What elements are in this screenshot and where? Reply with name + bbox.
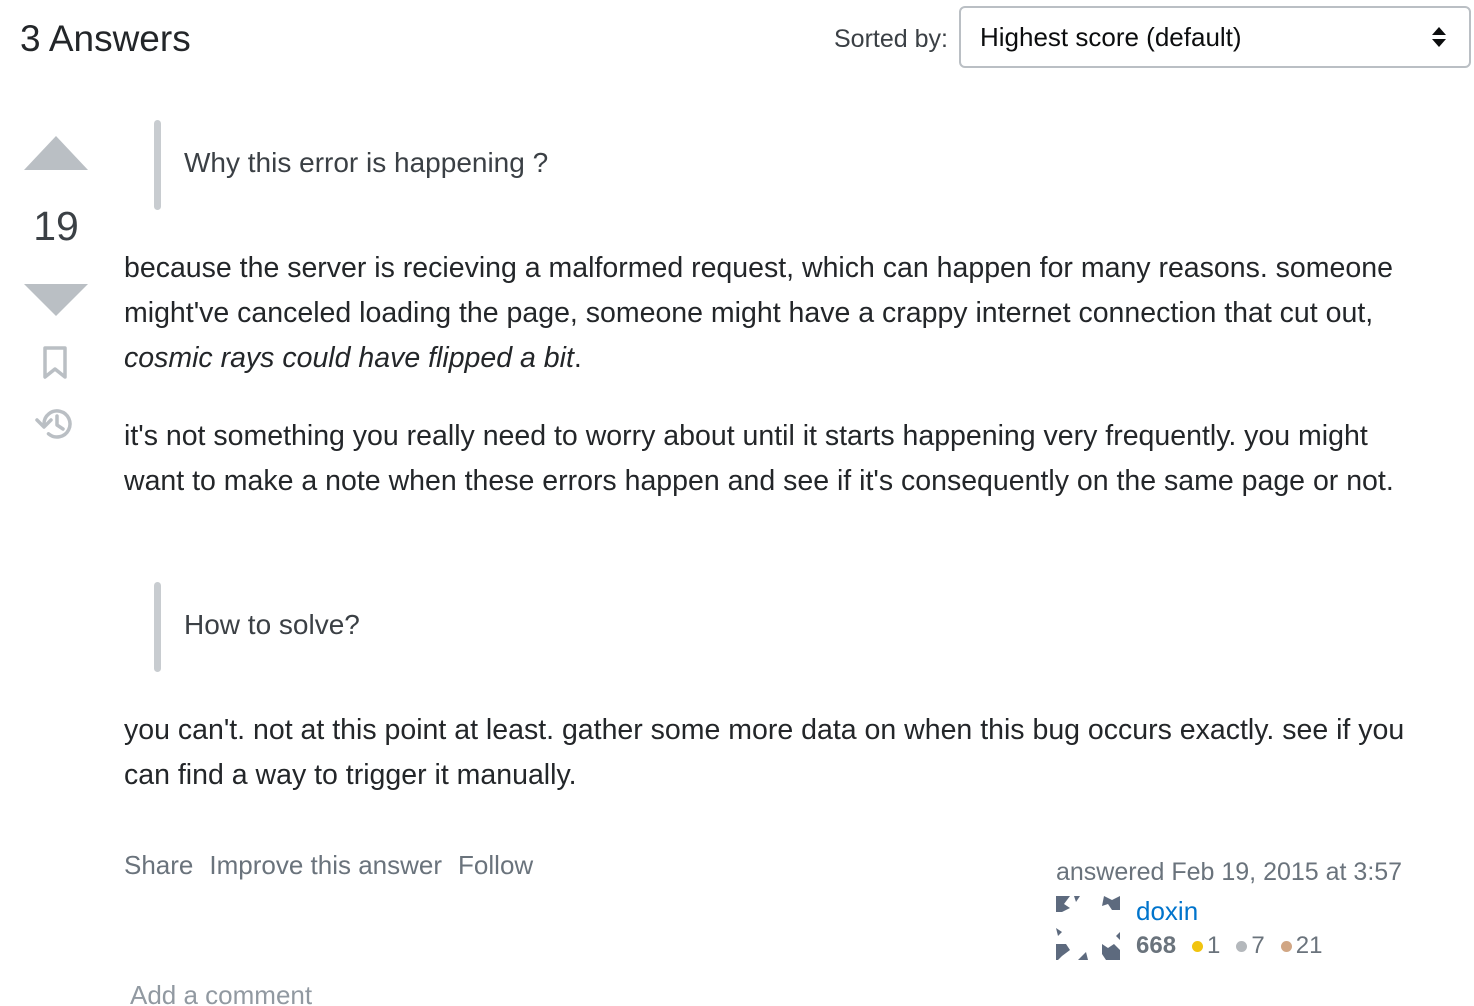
emphasis-text: cosmic rays could have flipped a bit (124, 342, 574, 374)
answered-timestamp: answered Feb 19, 2015 at 3:57 (1056, 858, 1403, 886)
sort-select[interactable]: Highest score (default) (959, 6, 1471, 68)
vote-count: 19 (33, 203, 79, 249)
silver-badge-icon (1236, 940, 1248, 952)
blockquote-text: Why this error is happening ? (184, 147, 549, 178)
user-stats: 668 1 7 21 (1136, 932, 1328, 960)
blockquote: How to solve? (124, 578, 360, 672)
bronze-badges: 21 (1277, 932, 1323, 960)
bronze-badge-icon (1280, 940, 1292, 952)
upvote-arrow-icon[interactable] (24, 136, 88, 170)
downvote-arrow-icon[interactable] (24, 284, 88, 316)
bronze-badge-count: 21 (1295, 932, 1323, 959)
gold-badge-count: 1 (1207, 932, 1221, 959)
paragraph-text-end: . (573, 342, 582, 374)
silver-badges: 7 (1232, 932, 1265, 960)
answer-paragraph: it's not something you really need to wo… (124, 420, 1394, 497)
select-arrows-icon (1432, 27, 1446, 47)
gold-badge-icon (1192, 940, 1204, 952)
silver-badge-count: 7 (1251, 932, 1265, 959)
answers-count-heading: 3 Answers (20, 18, 191, 59)
post-menu: Share Improve this answer Follow (124, 850, 533, 881)
gold-badges: 1 (1188, 932, 1220, 960)
answers-section: 3 Answers Sorted by: Highest score (defa… (0, 0, 1474, 1006)
user-info: doxin 668 1 7 21 (1056, 896, 1456, 972)
improve-answer-link[interactable]: Improve this answer (209, 850, 442, 881)
add-comment-link[interactable]: Add a comment (130, 980, 312, 1006)
share-link[interactable]: Share (124, 850, 193, 881)
paragraph-text: because the server is recieving a malfor… (124, 252, 1393, 329)
answer-paragraph: because the server is recieving a malfor… (124, 246, 1424, 381)
user-card: answered Feb 19, 2015 at 3:57 doxin 668 (1056, 856, 1456, 972)
follow-link[interactable]: Follow (458, 850, 533, 881)
user-name-link[interactable]: doxin (1136, 896, 1198, 927)
user-avatar[interactable] (1056, 896, 1120, 960)
blockquote-text: How to solve? (184, 609, 360, 640)
sort-select-value: Highest score (default) (980, 21, 1242, 52)
blockquote: Why this error is happening ? (124, 116, 548, 210)
sorted-by-label: Sorted by: (834, 25, 948, 53)
bookmark-icon[interactable] (42, 346, 68, 380)
answer-paragraph: you can't. not at this point at least. g… (124, 714, 1405, 791)
reputation-score: 668 (1136, 932, 1177, 959)
history-icon[interactable] (35, 405, 75, 443)
